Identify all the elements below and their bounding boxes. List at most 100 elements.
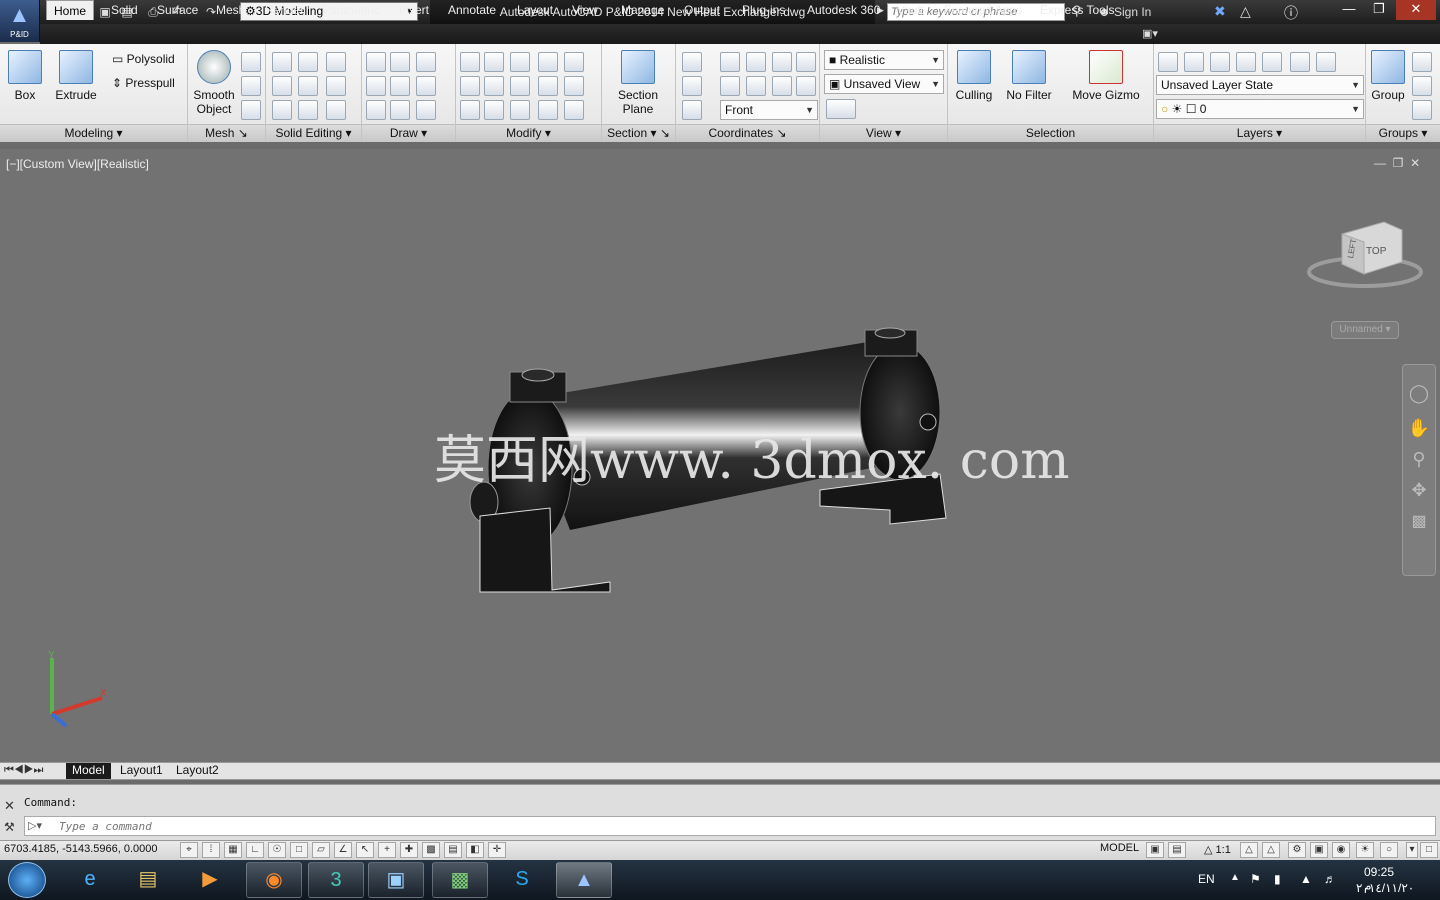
rectangle-icon[interactable] <box>390 100 410 120</box>
separate-icon[interactable] <box>326 76 346 96</box>
tab-model[interactable]: Model <box>66 763 111 779</box>
layer-walk-icon[interactable] <box>1316 52 1336 72</box>
transparency-icon[interactable]: ▩ <box>422 842 440 858</box>
polar-tracking-icon[interactable]: ☉ <box>268 842 286 858</box>
close-icon[interactable]: ✕ <box>4 798 15 814</box>
presspull-button[interactable]: ⇕ Presspull <box>112 74 175 92</box>
start-button[interactable] <box>8 862 46 898</box>
grid-display-icon[interactable]: ▦ <box>224 842 242 858</box>
panel-title-modify[interactable]: Modify ▾ <box>456 124 601 142</box>
orbit-icon[interactable]: ✥ <box>1403 480 1435 501</box>
visual-style-dropdown[interactable]: ■ Realistic ▼ <box>824 50 944 70</box>
show-hidden-icons-icon[interactable]: ▲ <box>1230 872 1240 883</box>
3d-mirror-icon[interactable] <box>484 100 504 120</box>
spline-icon[interactable] <box>366 76 386 96</box>
shell-icon[interactable] <box>326 100 346 120</box>
media-player-icon[interactable]: ▶ <box>182 862 238 898</box>
match-properties-icon[interactable] <box>460 100 480 120</box>
union-icon[interactable] <box>272 52 292 72</box>
viewport-config-icon[interactable] <box>826 99 856 119</box>
status-menu-icon[interactable]: ▾ <box>1406 842 1418 858</box>
ribbon-minimize-icon[interactable]: ▣▾ <box>1142 27 1158 40</box>
internet-explorer-icon[interactable]: e <box>62 862 118 898</box>
panel-title-section[interactable]: Section ▾ ↘ <box>602 124 675 142</box>
ucs-z-icon[interactable] <box>772 76 792 96</box>
dynamic-ucs-icon[interactable]: ↖ <box>356 842 374 858</box>
zoom-icon[interactable]: ⚲ <box>1403 449 1435 470</box>
workspace-switching-icon[interactable]: ⚙ <box>1288 842 1306 858</box>
layer-freeze-icon[interactable] <box>1236 52 1256 72</box>
ungroup-icon[interactable] <box>1412 52 1432 72</box>
ucs-icon[interactable] <box>682 52 702 72</box>
tab-vault[interactable]: Vault <box>890 0 930 20</box>
tab-view[interactable]: View <box>565 0 605 20</box>
tab-annotate[interactable]: Annotate <box>441 0 503 20</box>
ucs-x-icon[interactable] <box>720 76 740 96</box>
ortho-mode-icon[interactable]: ∟ <box>246 842 264 858</box>
annotation-visibility-icon[interactable]: △ <box>1240 842 1258 858</box>
line-icon[interactable] <box>390 76 410 96</box>
autodesk-360-icon[interactable]: △ <box>1240 3 1251 20</box>
language-indicator[interactable]: EN <box>1198 872 1215 886</box>
infer-constraints-icon[interactable]: ⌖ <box>180 842 198 858</box>
no-filter-button[interactable]: No Filter <box>1002 50 1056 102</box>
lightbulb-icon[interactable]: ○ <box>1380 842 1398 858</box>
annotation-scale[interactable]: △ 1:1 <box>1204 843 1231 856</box>
tab-layout1[interactable]: Layout1 <box>114 763 169 779</box>
mesh-smooth-more-icon[interactable] <box>241 52 261 72</box>
ucs-y-icon[interactable] <box>746 76 766 96</box>
subtract-icon[interactable] <box>272 76 292 96</box>
smooth-object-button[interactable]: Smooth Object <box>190 50 238 116</box>
tab-plugins[interactable]: Plug-ins <box>735 0 792 20</box>
ellipse-icon[interactable] <box>416 100 436 120</box>
tab-parametric[interactable]: Parametric <box>315 0 387 20</box>
3d-rotate-icon[interactable] <box>484 52 504 72</box>
ucs-object-icon[interactable] <box>682 76 702 96</box>
dynamic-input-icon[interactable]: + <box>378 842 396 858</box>
object-snap-tracking-icon[interactable]: ∠ <box>334 842 352 858</box>
stretch-icon[interactable] <box>510 100 530 120</box>
panel-title-coordinates[interactable]: Coordinates ↘ <box>676 124 819 142</box>
command-prompt-icon[interactable]: ▷▾ <box>28 819 42 832</box>
pan-icon[interactable]: ✋ <box>1403 418 1435 439</box>
culling-button[interactable]: Culling <box>952 50 996 102</box>
layer-properties-icon[interactable] <box>1158 52 1178 72</box>
autocad-taskbar-icon[interactable]: ▲ <box>556 862 612 898</box>
extract-edges-icon[interactable] <box>298 52 318 72</box>
viewport-window-controls[interactable]: — ❐ ✕ <box>1374 156 1420 170</box>
clock-date[interactable]: ٢٠١٤/١١/٢٠ <box>1356 881 1414 895</box>
computer-icon[interactable]: ▩ <box>432 862 488 898</box>
ucs-view-icon[interactable] <box>796 52 816 72</box>
3ds-max-icon[interactable]: 3 <box>308 862 364 898</box>
quick-properties-icon[interactable]: ▤ <box>444 842 462 858</box>
ucs-world-icon[interactable] <box>720 52 740 72</box>
trim-icon[interactable] <box>564 52 584 72</box>
quick-view-layouts-icon[interactable]: ▣ <box>1146 842 1164 858</box>
explode-icon[interactable] <box>460 52 480 72</box>
maximize-icon[interactable]: ❐ <box>1364 0 1394 20</box>
layer-isolate-icon[interactable] <box>1184 52 1204 72</box>
panel-title-mesh[interactable]: Mesh ↘ <box>188 124 265 142</box>
tab-mesh[interactable]: Mesh <box>209 0 252 20</box>
snap-mode-icon[interactable]: ⁞ <box>202 842 220 858</box>
panel-title-groups[interactable]: Groups ▾ <box>1366 124 1440 142</box>
polysolid-button[interactable]: ▭ Polysolid <box>112 50 175 68</box>
showmotion-icon[interactable]: ▩ <box>1403 511 1435 531</box>
tab-layout2[interactable]: Layout2 <box>170 763 225 779</box>
layer-lock-icon[interactable] <box>1262 52 1282 72</box>
chamfer-icon[interactable] <box>564 76 584 96</box>
volume-icon[interactable]: ♬ <box>1324 872 1336 886</box>
auto-scale-icon[interactable]: △ <box>1262 842 1280 858</box>
scale-icon[interactable] <box>538 76 558 96</box>
application-menu-button[interactable]: ▲ P&ID <box>0 0 40 42</box>
network-icon[interactable]: ▲ <box>1300 872 1312 886</box>
exchange-apps-icon[interactable]: ✖ <box>1214 3 1226 20</box>
panel-title-layers[interactable]: Layers ▾ <box>1154 124 1365 142</box>
ucs-menu-dropdown[interactable]: Unnamed ▾ <box>1331 321 1399 339</box>
selection-cycling-icon[interactable]: ◧ <box>466 842 484 858</box>
named-view-dropdown[interactable]: ▣ Unsaved View ▼ <box>824 74 944 94</box>
panel-title-solid-editing[interactable]: Solid Editing ▾ <box>266 124 361 142</box>
minimize-icon[interactable]: — <box>1334 0 1364 20</box>
3d-object-snap-icon[interactable]: ▱ <box>312 842 330 858</box>
tab-surface[interactable]: Surface <box>150 0 205 20</box>
